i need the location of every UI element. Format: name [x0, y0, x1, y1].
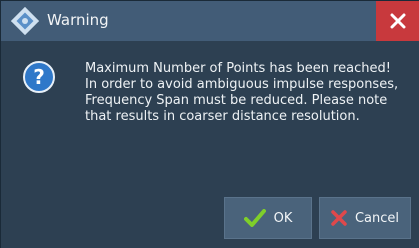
ok-label: OK [273, 210, 293, 226]
svg-text:?: ? [33, 65, 45, 89]
question-icon: ? [23, 61, 55, 93]
cancel-label: Cancel [354, 210, 400, 226]
close-button[interactable] [376, 1, 419, 41]
titlebar: Warning [1, 1, 419, 41]
dialog-message: Maximum Number of Points has been reache… [85, 61, 399, 124]
x-icon [331, 210, 347, 226]
cancel-button[interactable]: Cancel [319, 197, 411, 239]
warning-dialog: Warning ? Maximum Number of Points has b… [0, 0, 419, 248]
dialog-body: ? Maximum Number of Points has been reac… [1, 41, 419, 248]
window-title: Warning [47, 11, 109, 29]
ok-button[interactable]: OK [224, 197, 312, 239]
checkmark-icon [243, 209, 266, 227]
close-icon [390, 13, 406, 29]
app-diamond-icon [11, 7, 39, 35]
